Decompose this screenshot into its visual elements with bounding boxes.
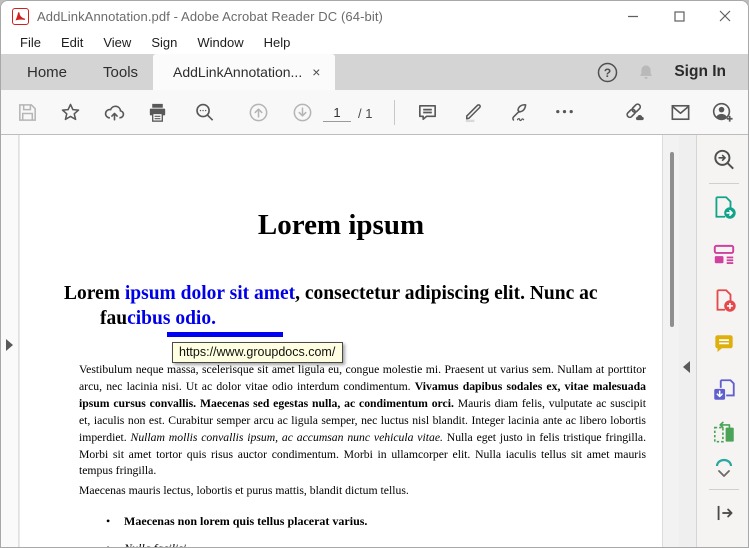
save-icon[interactable] (16, 101, 39, 124)
tab-close-icon[interactable]: × (312, 65, 320, 79)
maximize-icon (674, 11, 685, 22)
comment-icon[interactable] (416, 101, 439, 124)
vertical-scrollbar[interactable] (662, 135, 679, 548)
collapse-right-panel-icon[interactable] (683, 361, 690, 373)
search-icon[interactable] (193, 101, 216, 124)
page-number-input[interactable] (323, 103, 351, 122)
tab-document[interactable]: AddLinkAnnotation... × (153, 54, 335, 90)
menu-bar: File Edit View Sign Window Help (1, 31, 748, 54)
more-tools-partial-icon (711, 453, 737, 467)
subheading-line-2[interactable]: faucibus odio. (20, 306, 662, 331)
window-controls (610, 1, 748, 31)
menu-file[interactable]: File (10, 33, 51, 52)
create-pdf-icon[interactable] (711, 287, 737, 313)
menu-edit[interactable]: Edit (51, 33, 93, 52)
more-options-icon[interactable] (553, 104, 576, 127)
comment-tools-icon[interactable] (711, 332, 737, 358)
link-annotation-bar[interactable] (167, 332, 283, 337)
pdf-page: Lorem ipsum Lorem ipsum dolor sit amet, … (20, 135, 662, 548)
document-subheading: Lorem ipsum dolor sit amet, consectetur … (20, 281, 662, 331)
acrobat-window: AddLinkAnnotation.pdf - Adobe Acrobat Re… (0, 0, 749, 548)
email-icon[interactable] (669, 101, 692, 124)
tab-home[interactable]: Home (9, 54, 85, 90)
expand-left-panel-icon[interactable] (6, 339, 13, 351)
title-bar: AddLinkAnnotation.pdf - Adobe Acrobat Re… (1, 1, 748, 31)
minimize-icon (627, 10, 639, 22)
paragraph-1: Vestibulum neque massa, scelerisque sit … (79, 362, 646, 480)
close-button[interactable] (702, 1, 748, 31)
help-icon[interactable]: ? (597, 62, 618, 83)
print-icon[interactable] (146, 101, 169, 124)
share-link-icon[interactable] (623, 101, 646, 124)
more-tools-chevron-icon[interactable] (711, 467, 737, 481)
page-up-icon[interactable] (247, 101, 270, 124)
adobe-pdf-app-icon (12, 8, 29, 25)
paragraph-2: Maecenas mauris lectus, lobortis et puru… (79, 484, 646, 497)
highlight-icon[interactable] (461, 101, 484, 124)
sign-in-button[interactable]: Sign In (674, 63, 726, 81)
open-tools-panel-icon[interactable] (711, 500, 737, 526)
bullet-marker: • (106, 514, 110, 529)
main-toolbar: / 1 (1, 90, 748, 135)
fill-and-sign-icon[interactable] (506, 101, 529, 124)
tab-bar: Home Tools AddLinkAnnotation... × ? Sign… (1, 54, 748, 90)
cloud-upload-icon[interactable] (103, 101, 126, 124)
notification-bell-icon[interactable] (636, 62, 656, 83)
tab-tools[interactable]: Tools (85, 54, 156, 90)
subheading-line-1[interactable]: Lorem ipsum dolor sit amet, consectetur … (20, 281, 662, 306)
export-pdf-icon[interactable] (711, 194, 737, 220)
document-area: Lorem ipsum Lorem ipsum dolor sit amet, … (1, 135, 748, 548)
window-title: AddLinkAnnotation.pdf - Adobe Acrobat Re… (37, 9, 383, 24)
left-panel-strip (1, 135, 19, 548)
document-title: Lorem ipsum (20, 209, 662, 242)
edit-pdf-icon[interactable] (711, 241, 737, 267)
bullet-marker: • (106, 541, 110, 548)
menu-help[interactable]: Help (254, 33, 301, 52)
toolbar-separator (394, 100, 395, 125)
tab-bar-right: ? Sign In (597, 54, 748, 90)
tools-sidebar (696, 135, 748, 548)
right-panel-collapse-strip (679, 135, 696, 548)
sidebar-separator (709, 489, 739, 490)
bullet-item-2: • Nulla facilisi. (124, 541, 644, 548)
bullet-1-text: Maecenas non lorem quis tellus placerat … (124, 514, 367, 528)
sidebar-separator (709, 183, 739, 184)
close-icon (719, 10, 731, 22)
menu-view[interactable]: View (93, 33, 141, 52)
organize-pages-icon[interactable] (711, 420, 737, 446)
page-total-label: / 1 (358, 106, 372, 121)
minimize-button[interactable] (610, 1, 656, 31)
menu-window[interactable]: Window (187, 33, 253, 52)
combine-files-icon[interactable] (711, 377, 737, 403)
link-tooltip: https://www.groupdocs.com/ (172, 342, 343, 363)
search-tools-icon[interactable] (711, 147, 737, 173)
maximize-button[interactable] (656, 1, 702, 31)
star-favorite-icon[interactable] (59, 101, 82, 124)
person-add-icon[interactable] (711, 101, 734, 124)
svg-text:?: ? (604, 66, 611, 80)
scrollbar-thumb[interactable] (670, 152, 674, 327)
menu-sign[interactable]: Sign (141, 33, 187, 52)
tab-document-label: AddLinkAnnotation... (173, 64, 302, 80)
page-down-icon[interactable] (291, 101, 314, 124)
bullet-2-text: Nulla facilisi. (124, 541, 189, 548)
bullet-item-1: • Maecenas non lorem quis tellus placera… (124, 514, 644, 529)
